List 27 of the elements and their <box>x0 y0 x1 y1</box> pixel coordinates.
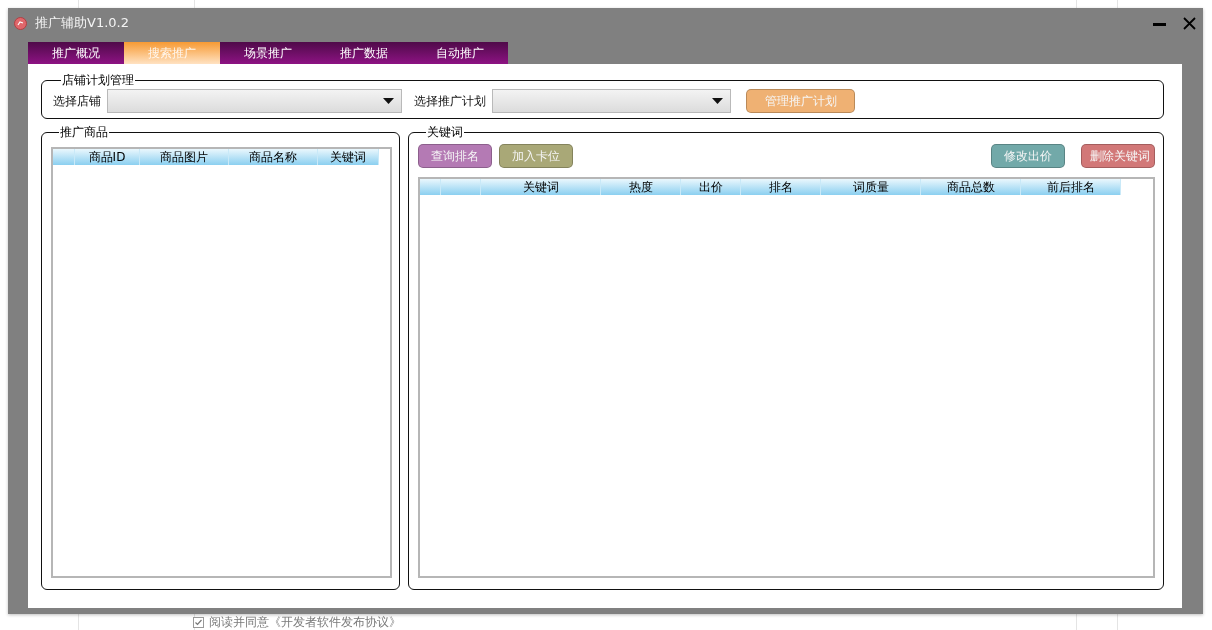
caret-icon <box>712 98 723 104</box>
checkbox-icon[interactable] <box>193 616 204 628</box>
group-title: 关键词 <box>426 125 464 139</box>
column-header[interactable]: 商品总数 <box>946 180 995 194</box>
column-header[interactable]: 前后排名 <box>1046 180 1095 194</box>
tab[interactable]: 推广数据 <box>316 42 412 64</box>
column-header[interactable]: 关键词 <box>330 150 366 164</box>
agreement-text: 阅读并同意《开发者软件发布协议》 <box>209 614 401 630</box>
column-header[interactable]: 出价 <box>698 180 723 194</box>
tab[interactable]: 场景推广 <box>220 42 316 64</box>
column-header[interactable]: 关键词 <box>522 180 559 194</box>
column-header[interactable]: 排名 <box>768 180 793 194</box>
tab[interactable]: 自动推广 <box>412 42 508 64</box>
column-header[interactable]: 商品名称 <box>249 150 297 164</box>
column-header[interactable]: 商品图片 <box>160 150 208 164</box>
field-label: 选择推广计划 <box>414 92 486 110</box>
tab[interactable]: 推广概况 <box>28 42 124 64</box>
column-header[interactable]: 热度 <box>628 180 653 194</box>
field-label: 选择店铺 <box>53 92 101 110</box>
app-logo-icon <box>14 16 27 30</box>
column-header[interactable]: 词质量 <box>852 180 889 194</box>
group-title: 店铺计划管理 <box>61 73 135 87</box>
caret-icon <box>383 98 394 104</box>
window-title: 推广辅助V1.0.2 <box>35 14 129 32</box>
close-icon[interactable] <box>1183 16 1196 30</box>
column-header[interactable]: 商品ID <box>88 150 126 164</box>
group-title: 推广商品 <box>59 125 109 139</box>
